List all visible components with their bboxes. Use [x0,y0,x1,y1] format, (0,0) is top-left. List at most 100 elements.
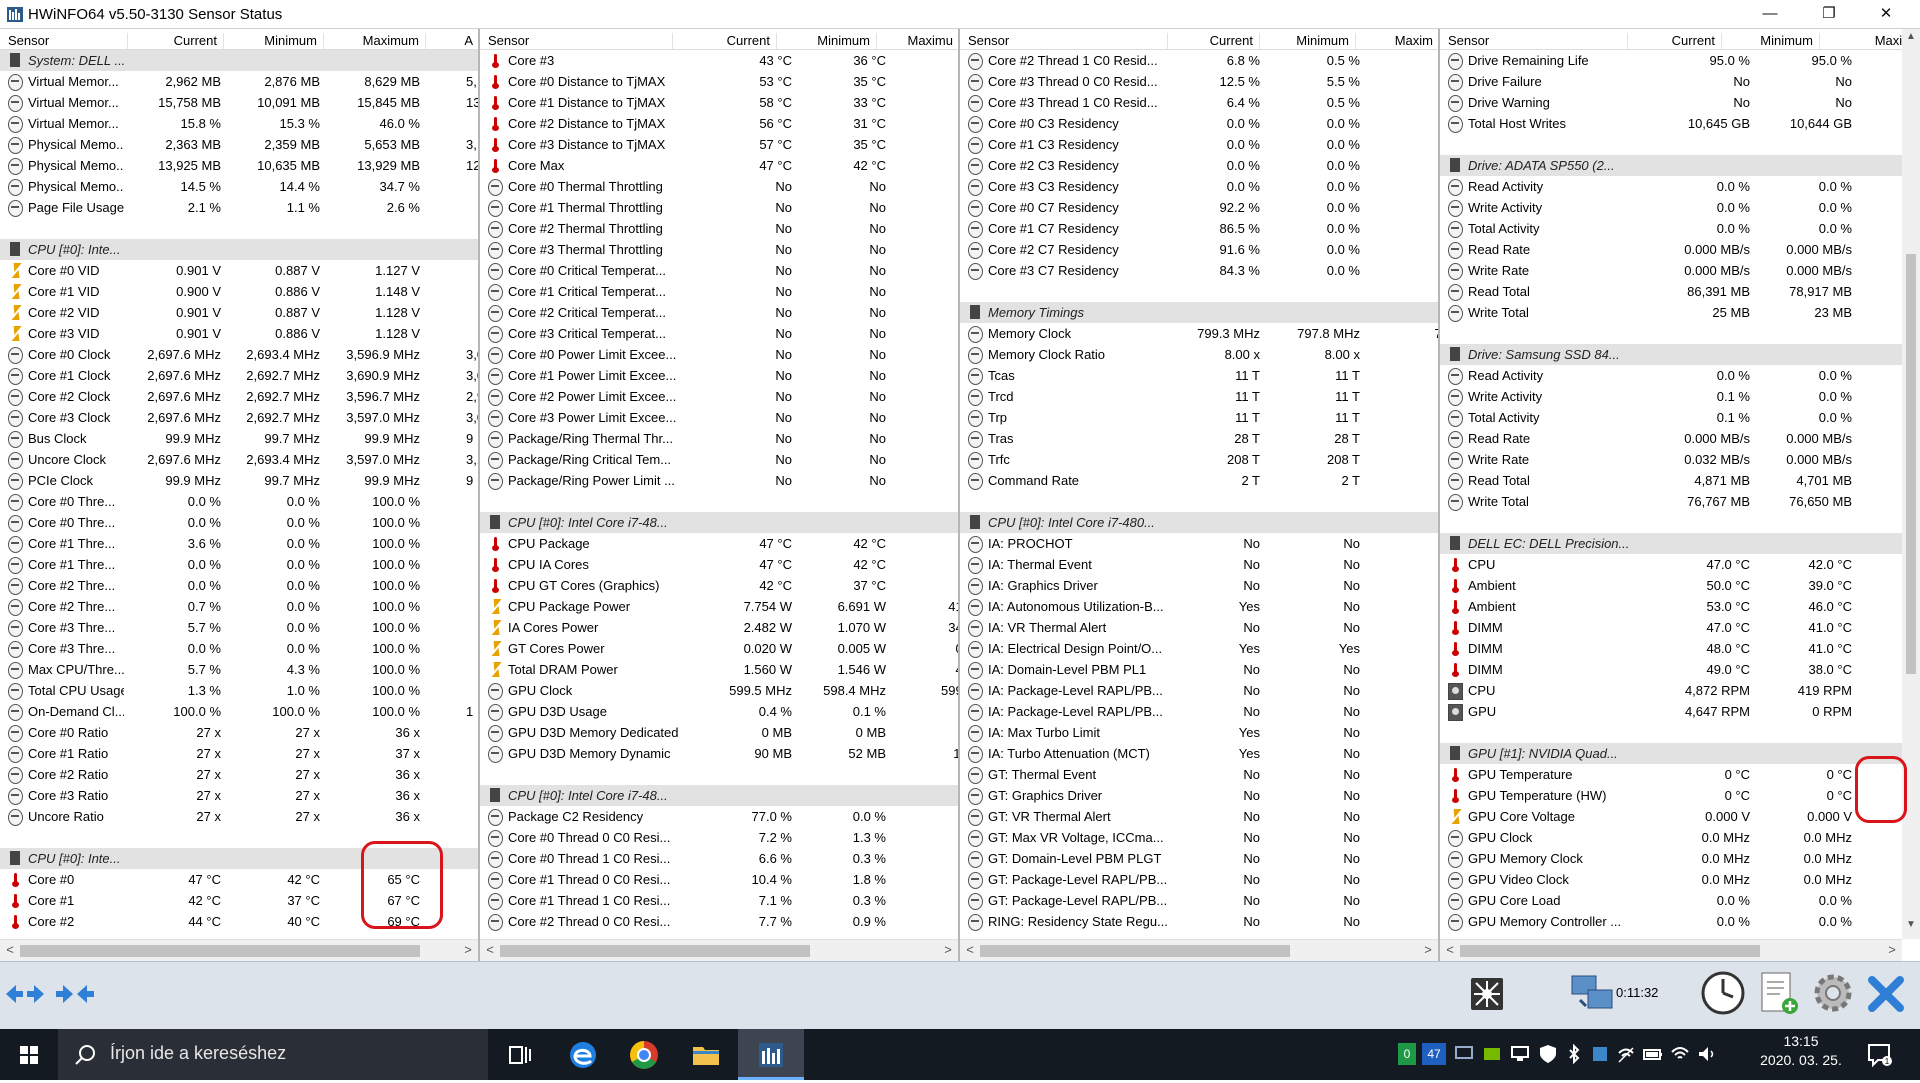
tray-icon-bluetooth[interactable] [1564,1043,1584,1065]
sensor-row[interactable]: Physical Memo... 14.5 % 14.4 % 34.7 % [0,176,478,197]
sensor-row[interactable]: Core #2 C7 Residency91.6 %0.0 %98.4 [960,239,1438,260]
sensor-row[interactable]: Core #3 Thre... 5.7 % 0.0 % 100.0 % [0,617,478,638]
sensor-row[interactable]: Core #1 C7 Residency86.5 %0.0 %97.7 [960,218,1438,239]
sensor-row[interactable]: IA: Electrical Design Point/O... Yes Yes [960,638,1438,659]
sensor-row[interactable]: Core #0 VID 0.901 V 0.887 V 1.127 V [0,260,478,281]
sensor-row[interactable]: Tcas11 T11 T1 [960,365,1438,386]
reset-timer-button[interactable] [1700,970,1746,1016]
configure-button[interactable] [1810,970,1856,1016]
sensor-row[interactable]: Core #1 C3 Residency0.0 %0.0 %4.3 [960,134,1438,155]
tray-icon-monitor[interactable] [1454,1043,1474,1065]
sensor-row[interactable]: Core #3 Clock 2,697.6 MHz 2,692.7 MHz 3,597… [0,407,478,428]
sensor-row[interactable]: Core #1 Clock 2,697.6 MHz 2,692.7 MHz 3,690… [0,365,478,386]
scroll-down-arrow-icon[interactable]: ▼ [1902,919,1920,937]
sensor-row[interactable]: GPU D3D Memory Dedicated0 MB0 MB0 N [480,722,958,743]
tray-icon-security[interactable] [1538,1043,1558,1065]
scrollbar-thumb[interactable] [20,945,420,957]
sensor-group-header[interactable]: CPU [#0]: Inte... [0,239,478,260]
sensor-row[interactable]: Core #2 C3 Residency0.0 %0.0 %12.5 [960,155,1438,176]
sensor-row[interactable]: GT: Thermal Event No No [960,764,1438,785]
sensor-row[interactable]: IA: Autonomous Utilization-B... Yes No [960,596,1438,617]
navigate-previous-button[interactable] [4,974,46,1014]
sensor-row[interactable]: GPU D3D Usage 0.4 % 0.1 %20.9 [480,701,958,722]
sensor-row[interactable]: Max CPU/Thre... 5.7 % 4.3 % 100.0 % [0,659,478,680]
sensor-row[interactable]: Core #2 VID 0.901 V 0.887 V 1.128 V [0,302,478,323]
sensor-row[interactable]: Trcd11 T11 T1 [960,386,1438,407]
sensor-row[interactable]: Drive Remaining Life95.0 %95.0 %95.0 [1440,50,1920,71]
sensor-row[interactable]: Ambient53.0 °C46.0 °C56.0 [1440,596,1920,617]
sensor-row[interactable]: Command Rate 2 T2 T [960,470,1438,491]
sensor-row[interactable]: IA: Graphics Driver No No [960,575,1438,596]
sensor-row[interactable]: Ambient50.0 °C39.0 °C51.0 [1440,575,1920,596]
sensor-row[interactable]: IA: PROCHOT No No [960,533,1438,554]
file-explorer-taskbar-button[interactable] [688,1037,724,1073]
tray-zero-badge[interactable]: 0 [1398,1043,1416,1065]
sensor-row[interactable]: Core #1 Critical Temperat...NoNoN [480,281,958,302]
task-view-button[interactable] [502,1037,538,1073]
horizontal-scrollbar[interactable]: < > [1440,939,1902,961]
column-header-minimum[interactable]: Minimum [1722,33,1820,50]
horizontal-scrollbar[interactable]: < > [480,939,958,961]
scrollbar-thumb[interactable] [500,945,810,957]
tray-icon-display[interactable] [1510,1043,1530,1065]
sensor-row[interactable]: Bus Clock 99.9 MHz 99.7 MHz 99.9 MHz 9 [0,428,478,449]
sensor-row[interactable]: Tras28 T28 T2 [960,428,1438,449]
sensor-row[interactable]: IA Cores Power 2.482 W 1.070 W 34.279 [480,617,958,638]
sensor-row[interactable]: GPU Temperature0 °C0 °C63 [1440,764,1920,785]
sensor-row[interactable]: Core #3 43 °C 36 °C65 [480,50,958,71]
hwinfo-taskbar-button[interactable] [738,1029,804,1080]
connect-computers-button[interactable] [1570,970,1616,1016]
sensor-row[interactable]: Core #3 Thread 1 C0 Resid...6.4 %0.5 %99… [960,92,1438,113]
sensor-row[interactable]: Core #1 Thre... 3.6 % 0.0 % 100.0 % [0,533,478,554]
sensor-row[interactable]: Virtual Memor... 15.8 % 15.3 % 46.0 % [0,113,478,134]
sensor-row[interactable]: Core #3 Critical Temperat...NoNoN [480,323,958,344]
scroll-right-arrow-icon[interactable]: > [460,942,476,960]
sensor-row[interactable]: Read Total86,391 MB78,917 MB86,391 [1440,281,1920,302]
sensor-row[interactable]: Physical Memo... 13,925 MB 10,635 MB 13,929… [0,155,478,176]
tray-icon-battery[interactable] [1642,1043,1664,1065]
taskbar-clock[interactable]: 13:15 2020. 03. 25. [1754,1033,1848,1068]
sensor-row[interactable]: Core #0 Thread 1 C0 Resi... 6.6 % 0.3 %99.… [480,848,958,869]
sensor-row[interactable]: Core #2 Thre... 0.0 % 0.0 % 100.0 % [0,575,478,596]
start-button[interactable] [0,1029,58,1080]
sensor-group-header[interactable]: DELL EC: DELL Precision... [1440,533,1920,554]
sensor-row[interactable]: Core #3 Thermal ThrottlingNoNoN [480,239,958,260]
sensor-row[interactable]: Core #0 Thermal ThrottlingNoNoN [480,176,958,197]
sensor-row[interactable]: GT: Graphics Driver No No [960,785,1438,806]
sensor-row[interactable]: Core #0 Power Limit Excee...NoNoN [480,344,958,365]
sensor-row[interactable]: Core #2 Ratio 27 x 27 x 36 x [0,764,478,785]
column-header-average[interactable]: A [428,33,478,50]
sensor-row[interactable]: Uncore Clock 2,697.6 MHz 2,693.4 MHz 3,597.… [0,449,478,470]
sensor-row[interactable]: Write Total76,767 MB76,650 MB76,767 [1440,491,1920,512]
sensor-row[interactable]: GPU Clock0.0 MHz0.0 MHz666.3 N [1440,827,1920,848]
sensor-row[interactable]: Virtual Memor... 2,962 MB 2,876 MB 8,629 MB… [0,71,478,92]
sensor-row[interactable]: Write Total25 MB23 MB25 [1440,302,1920,323]
scrollbar-thumb[interactable] [1906,254,1916,674]
column-header-sensor[interactable]: Sensor [8,33,128,50]
tray-icon-nvidia[interactable] [1482,1043,1502,1065]
sensor-row[interactable]: Core #1 Ratio 27 x 27 x 37 x [0,743,478,764]
sensor-row[interactable]: Memory Clock799.3 MHz797.8 MHz799.3 N [960,323,1438,344]
scroll-left-arrow-icon[interactable]: < [962,942,978,960]
logging-start-button[interactable] [1758,970,1800,1016]
edge-taskbar-button[interactable] [565,1037,601,1073]
tray-icon-wifi[interactable] [1670,1043,1690,1065]
sensor-row[interactable]: Core #1 Distance to TjMAX 58 °C 33 °C63 [480,92,958,113]
sensor-row[interactable]: Core #2 Thread 0 C0 Resi... 7.7 % 0.9 %99.… [480,911,958,932]
sensor-row[interactable]: GPU D3D Memory Dynamic 90 MB 52 MB 176 N [480,743,958,764]
sensor-row[interactable]: Total Activity0.0 %0.0 %100.0 [1440,218,1920,239]
sensor-row[interactable]: GT: Max VR Voltage, ICCma... No No [960,827,1438,848]
sensor-row[interactable]: Core #0 C7 Residency92.2 %0.0 %97.2 [960,197,1438,218]
sensor-row[interactable]: Core #3 Thread 0 C0 Resid...12.5 %5.5 %9… [960,71,1438,92]
network-settings-button[interactable] [1468,974,1506,1014]
column-header-maximum[interactable]: Maximu [877,33,958,50]
sensor-row[interactable]: Read Rate0.000 MB/s0.000 MB/s350.890 M [1440,239,1920,260]
column-header-current[interactable]: Current [1168,33,1260,50]
sensor-row[interactable]: Core #3 Thre... 0.0 % 0.0 % 100.0 % [0,638,478,659]
sensor-row[interactable]: Total Activity0.1 %0.0 %100.0 [1440,407,1920,428]
sensor-row[interactable]: Write Rate0.032 MB/s0.000 MB/s15.999 M [1440,449,1920,470]
sensor-row[interactable]: Core #0 Clock 2,697.6 MHz 2,693.4 MHz 3,596… [0,344,478,365]
scroll-right-arrow-icon[interactable]: > [1420,942,1436,960]
sensor-row[interactable]: IA: Max Turbo Limit Yes No [960,722,1438,743]
sensor-row[interactable]: Drive Failure No No [1440,71,1920,92]
